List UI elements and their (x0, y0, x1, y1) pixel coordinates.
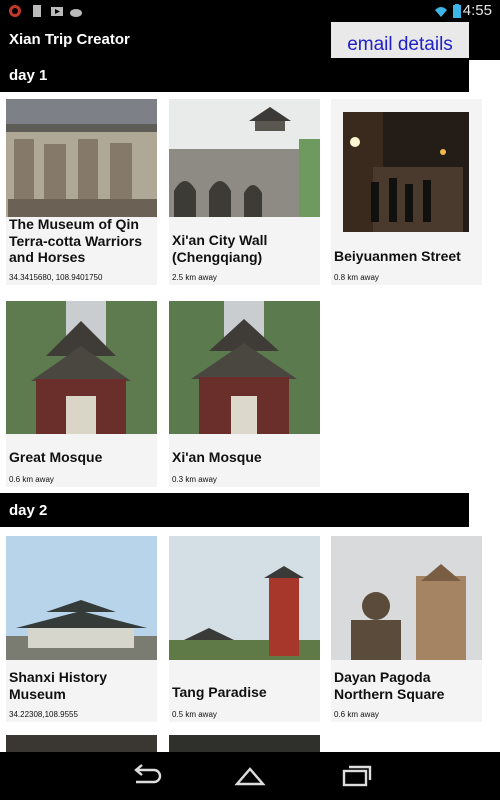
beiyuanmen-street-photo (343, 112, 469, 232)
place-name: Xi'an City Wall (Chengqiang) (172, 232, 268, 265)
status-bar: 4:55 (0, 0, 500, 22)
place-name: Dayan Pagoda Northern Square (334, 669, 445, 702)
app-notification-icon (9, 5, 21, 17)
city-wall-photo (169, 99, 320, 217)
place-distance: 0.6 km away (9, 475, 54, 484)
tang-paradise-photo (169, 536, 320, 660)
place-name: Xi'an Mosque (172, 449, 262, 465)
recent-apps-icon[interactable] (340, 762, 374, 790)
back-icon[interactable] (128, 762, 162, 790)
day-label: day 1 (9, 67, 48, 84)
day-header: day 2 (0, 493, 469, 527)
place-distance: 0.3 km away (172, 475, 217, 484)
place-card[interactable]: Xi'an Mosque 0.3 km away (169, 301, 320, 487)
android-icon (70, 9, 82, 17)
wifi-icon (435, 7, 447, 17)
place-card[interactable] (169, 735, 320, 752)
place-distance: 2.5 km away (172, 273, 217, 282)
battery-icon (453, 4, 461, 18)
dayan-pagoda-photo (331, 536, 482, 660)
place-name: Beiyuanmen Street (334, 248, 461, 264)
place-card[interactable]: Great Mosque 0.6 km away (6, 301, 157, 487)
place-card[interactable] (6, 735, 157, 752)
day-header: day 1 (0, 58, 469, 92)
day-label: day 2 (9, 502, 48, 519)
place-name: The Museum of Qin Terra-cotta Warriors a… (9, 216, 143, 265)
place-distance: 34.3415680, 108.9401750 (9, 273, 103, 282)
place-card[interactable]: Shanxi History Museum 34.22308,108.9555 (6, 536, 157, 722)
place-distance: 0.6 km away (334, 710, 379, 719)
place-name: Tang Paradise (172, 684, 267, 700)
place-card[interactable]: Xi'an City Wall (Chengqiang) 2.5 km away (169, 99, 320, 285)
clock: 4:55 (462, 2, 492, 19)
place-card[interactable]: Beiyuanmen Street 0.8 km away (331, 99, 482, 285)
home-icon[interactable] (233, 762, 267, 790)
place-card[interactable]: The Museum of Qin Terra-cotta Warriors a… (6, 99, 157, 285)
great-mosque-photo (6, 301, 157, 434)
terracotta-warriors-photo (6, 99, 157, 217)
place-distance: 0.8 km away (334, 273, 379, 282)
xian-mosque-photo (169, 301, 320, 434)
app-title: Xian Trip Creator (9, 31, 130, 48)
navigation-bar (0, 752, 500, 800)
place-card[interactable]: Dayan Pagoda Northern Square 0.6 km away (331, 536, 482, 722)
place-distance: 0.5 km away (172, 710, 217, 719)
video-icon (51, 7, 63, 16)
place-name: Great Mosque (9, 449, 103, 465)
shanxi-history-museum-photo (6, 536, 157, 660)
place-name: Shanxi History Museum (9, 669, 108, 702)
place-card[interactable]: Tang Paradise 0.5 km away (169, 536, 320, 722)
sd-card-icon (33, 5, 41, 17)
place-distance: 34.22308,108.9555 (9, 710, 78, 719)
